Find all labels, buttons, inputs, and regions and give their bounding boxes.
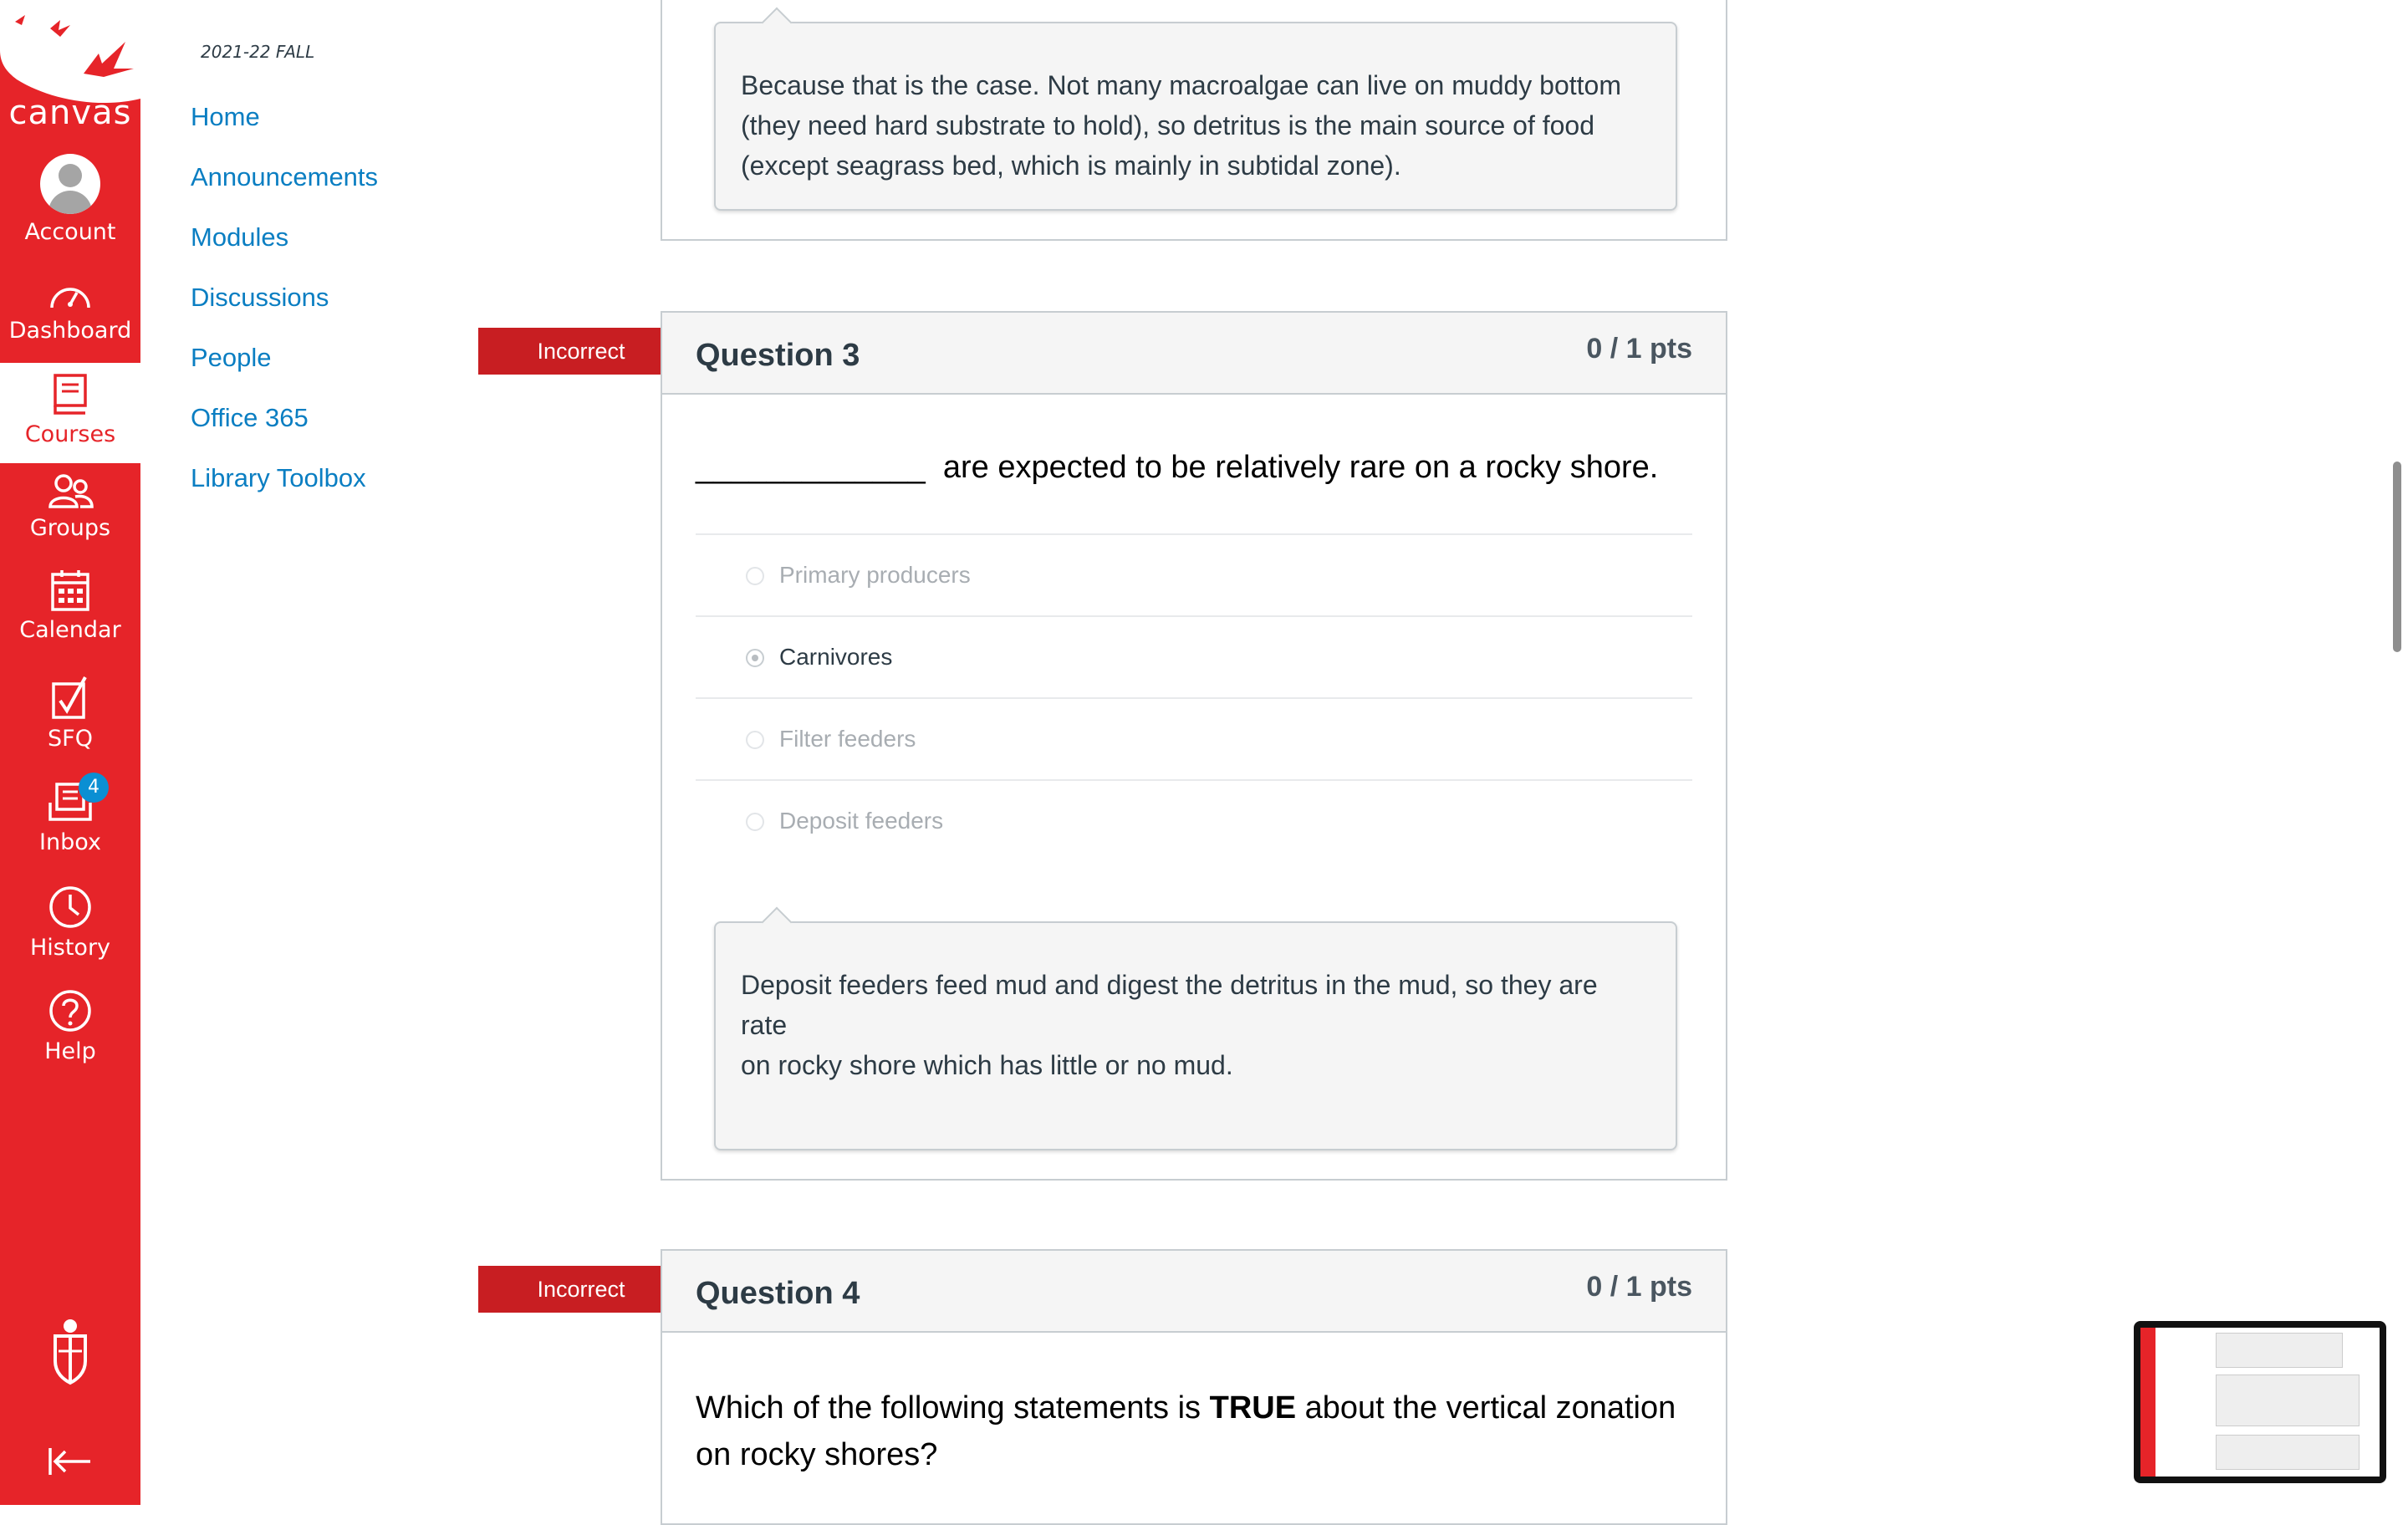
question-header: Question 3 0 / 1 pts (662, 313, 1726, 395)
radio-button (746, 567, 764, 585)
nav-help[interactable]: Help (0, 988, 140, 1064)
nav-groups-label: Groups (29, 515, 111, 541)
comment-line: on rocky shore which has little or no mu… (741, 1050, 1233, 1080)
global-nav: canvas Account Dashboard Courses Groups (0, 0, 140, 1505)
collapse-arrow-icon (48, 1448, 90, 1475)
comment-line: (except seagrass bed, which is mainly in… (741, 150, 1401, 181)
course-nav-modules[interactable]: Modules (191, 222, 288, 252)
question-blank: _____________ (696, 450, 926, 485)
answer-option: Filter feeders (696, 697, 1692, 779)
question-emphasis: TRUE (1209, 1390, 1297, 1426)
question-text: Which of the following statements is TRU… (696, 1385, 1676, 1478)
nav-dashboard-label: Dashboard (8, 318, 132, 344)
question-4-panel: Question 4 0 / 1 pts Which of the follow… (661, 1249, 1727, 1525)
radio-button-selected (746, 649, 764, 667)
answer-label: Filter feeders (779, 726, 916, 752)
question-points: 0 / 1 pts (1586, 333, 1692, 365)
question-title: Question 3 (696, 338, 860, 373)
answer-option-selected: Carnivores (696, 615, 1692, 697)
nav-courses[interactable]: Courses (0, 363, 140, 463)
course-nav-discussions[interactable]: Discussions (191, 283, 329, 313)
question-stem-cont: about the vertical zonation (1296, 1390, 1676, 1426)
answer-comment: Deposit feeders feed mud and digest the … (714, 906, 1677, 1150)
canvas-logo[interactable]: canvas (0, 0, 140, 142)
nav-account[interactable]: Account (0, 154, 140, 245)
checkbox-icon (52, 676, 87, 719)
question-stem: are expected to be relatively rare on a … (942, 450, 1659, 485)
question-stem-line2: on rocky shores? (696, 1437, 938, 1472)
nav-calendar[interactable]: Calendar (0, 569, 140, 643)
incorrect-flag: Incorrect (478, 1266, 684, 1313)
dashboard-icon (50, 288, 90, 309)
comment-line: Deposit feeders feed mud and digest the … (741, 970, 1598, 1040)
clock-icon (49, 886, 91, 928)
question-2-panel: Because that is the case. Not many macro… (661, 0, 1727, 241)
nav-courses-label: Courses (24, 421, 116, 447)
question-header: Question 4 0 / 1 pts (662, 1251, 1726, 1333)
nav-account-label: Account (24, 219, 116, 245)
question-3-panel: Question 3 0 / 1 pts _____________ are e… (661, 311, 1727, 1181)
question-title: Question 4 (696, 1276, 860, 1311)
course-term: 2021-22 FALL (201, 42, 315, 62)
nav-help-label: Help (44, 1038, 96, 1064)
comment-line: (they need hard substrate to hold), so d… (741, 110, 1595, 140)
nav-groups[interactable]: Groups (0, 473, 140, 541)
nav-sfq-label: SFQ (48, 726, 93, 752)
answer-label: Carnivores (779, 644, 893, 670)
question-stem: Which of the following statements is (696, 1390, 1210, 1426)
nav-calendar-label: Calendar (19, 617, 121, 643)
groups-icon (48, 474, 94, 508)
thumbnail-screen (2140, 1328, 2380, 1477)
incorrect-flag: Incorrect (478, 328, 684, 375)
page-scrollbar[interactable] (2393, 462, 2401, 652)
course-nav-people[interactable]: People (191, 343, 272, 373)
help-icon (49, 990, 91, 1032)
course-nav-home[interactable]: Home (191, 102, 260, 132)
radio-button (746, 731, 764, 749)
logo-text: canvas (8, 94, 132, 132)
collapse-nav-button[interactable] (0, 1445, 140, 1478)
university-logo[interactable] (0, 1318, 140, 1386)
course-nav-library-toolbox[interactable]: Library Toolbox (191, 463, 366, 493)
screenshot-thumbnail[interactable] (2134, 1321, 2386, 1483)
avatar (40, 154, 100, 214)
radio-button (746, 813, 764, 831)
nav-sfq[interactable]: SFQ (0, 676, 140, 752)
nav-history[interactable]: History (0, 885, 140, 961)
course-nav-office365[interactable]: Office 365 (191, 403, 309, 433)
nav-inbox-label: Inbox (39, 829, 101, 855)
answer-option: Deposit feeders (696, 779, 1692, 861)
answer-label: Deposit feeders (779, 808, 944, 834)
inbox-unread-badge: 4 (79, 773, 109, 803)
answer-option: Primary producers (696, 533, 1692, 615)
calendar-icon (51, 570, 89, 611)
courses-book-icon (54, 374, 87, 415)
nav-inbox[interactable]: 4 Inbox (0, 773, 140, 855)
nav-dashboard[interactable]: Dashboard (0, 276, 140, 344)
nav-history-label: History (29, 935, 111, 961)
university-crest-icon (54, 1319, 87, 1385)
comment-line: Because that is the case. Not many macro… (741, 70, 1621, 100)
answer-label: Primary producers (779, 562, 971, 588)
answer-comment: Because that is the case. Not many macro… (714, 7, 1677, 211)
question-points: 0 / 1 pts (1586, 1271, 1692, 1303)
question-text: _____________ are expected to be relativ… (696, 450, 1658, 486)
course-nav-announcements[interactable]: Announcements (191, 162, 378, 192)
